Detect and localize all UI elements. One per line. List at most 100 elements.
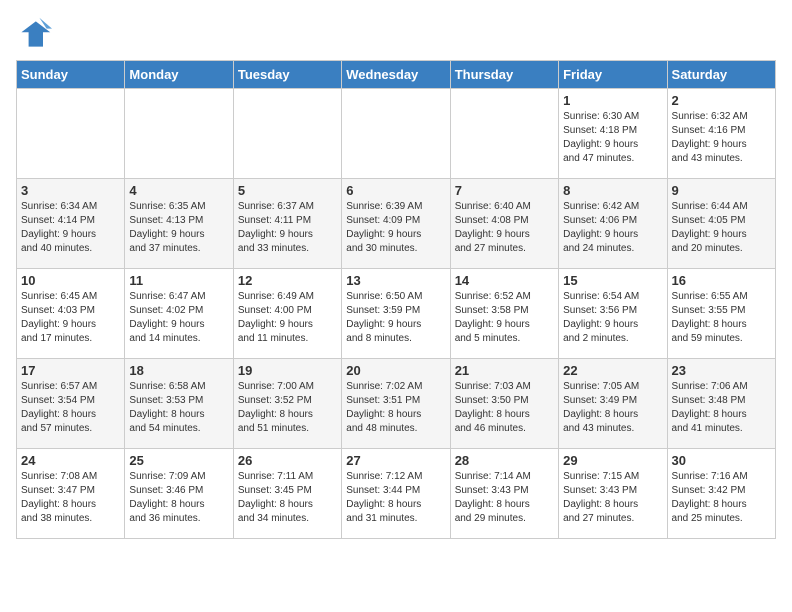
day-number: 4 [129, 183, 228, 198]
weekday-header-tuesday: Tuesday [233, 61, 341, 89]
day-info: Sunrise: 6:57 AM Sunset: 3:54 PM Dayligh… [21, 380, 120, 436]
weekday-header-thursday: Thursday [450, 61, 558, 89]
calendar-week-row: 17 Sunrise: 6:57 AM Sunset: 3:54 PM Dayli… [17, 359, 776, 449]
calendar-cell: 26 Sunrise: 7:11 AM Sunset: 3:45 PM Dayli… [233, 449, 341, 539]
day-number: 16 [672, 273, 771, 288]
calendar-cell: 9 Sunrise: 6:44 AM Sunset: 4:05 PM Daylig… [667, 179, 775, 269]
day-number: 6 [346, 183, 445, 198]
day-number: 10 [21, 273, 120, 288]
calendar-cell: 19 Sunrise: 7:00 AM Sunset: 3:52 PM Dayli… [233, 359, 341, 449]
weekday-header-sunday: Sunday [17, 61, 125, 89]
day-info: Sunrise: 6:37 AM Sunset: 4:11 PM Dayligh… [238, 200, 337, 256]
calendar-cell: 4 Sunrise: 6:35 AM Sunset: 4:13 PM Daylig… [125, 179, 233, 269]
day-info: Sunrise: 6:54 AM Sunset: 3:56 PM Dayligh… [563, 290, 662, 346]
day-info: Sunrise: 7:00 AM Sunset: 3:52 PM Dayligh… [238, 380, 337, 436]
calendar-cell [342, 89, 450, 179]
calendar-week-row: 10 Sunrise: 6:45 AM Sunset: 4:03 PM Dayli… [17, 269, 776, 359]
day-number: 29 [563, 453, 662, 468]
day-number: 19 [238, 363, 337, 378]
calendar-cell: 22 Sunrise: 7:05 AM Sunset: 3:49 PM Dayli… [559, 359, 667, 449]
day-info: Sunrise: 7:16 AM Sunset: 3:42 PM Dayligh… [672, 470, 771, 526]
day-number: 21 [455, 363, 554, 378]
weekday-header-monday: Monday [125, 61, 233, 89]
day-info: Sunrise: 7:14 AM Sunset: 3:43 PM Dayligh… [455, 470, 554, 526]
calendar-cell: 15 Sunrise: 6:54 AM Sunset: 3:56 PM Dayli… [559, 269, 667, 359]
day-info: Sunrise: 6:30 AM Sunset: 4:18 PM Dayligh… [563, 110, 662, 166]
day-info: Sunrise: 7:02 AM Sunset: 3:51 PM Dayligh… [346, 380, 445, 436]
day-info: Sunrise: 6:52 AM Sunset: 3:58 PM Dayligh… [455, 290, 554, 346]
calendar-cell: 8 Sunrise: 6:42 AM Sunset: 4:06 PM Daylig… [559, 179, 667, 269]
calendar-cell: 25 Sunrise: 7:09 AM Sunset: 3:46 PM Dayli… [125, 449, 233, 539]
day-info: Sunrise: 7:12 AM Sunset: 3:44 PM Dayligh… [346, 470, 445, 526]
day-info: Sunrise: 6:50 AM Sunset: 3:59 PM Dayligh… [346, 290, 445, 346]
calendar-cell: 16 Sunrise: 6:55 AM Sunset: 3:55 PM Dayli… [667, 269, 775, 359]
day-info: Sunrise: 6:45 AM Sunset: 4:03 PM Dayligh… [21, 290, 120, 346]
day-number: 22 [563, 363, 662, 378]
calendar-cell: 3 Sunrise: 6:34 AM Sunset: 4:14 PM Daylig… [17, 179, 125, 269]
day-number: 14 [455, 273, 554, 288]
calendar-cell: 10 Sunrise: 6:45 AM Sunset: 4:03 PM Dayli… [17, 269, 125, 359]
day-info: Sunrise: 6:42 AM Sunset: 4:06 PM Dayligh… [563, 200, 662, 256]
day-number: 28 [455, 453, 554, 468]
calendar-cell [450, 89, 558, 179]
day-number: 8 [563, 183, 662, 198]
weekday-header-wednesday: Wednesday [342, 61, 450, 89]
day-info: Sunrise: 6:39 AM Sunset: 4:09 PM Dayligh… [346, 200, 445, 256]
calendar-cell: 29Sunrise: 7:15 AM Sunset: 3:43 PM Dayli… [559, 449, 667, 539]
calendar-cell: 5 Sunrise: 6:37 AM Sunset: 4:11 PM Daylig… [233, 179, 341, 269]
day-info: Sunrise: 6:40 AM Sunset: 4:08 PM Dayligh… [455, 200, 554, 256]
calendar-cell: 14 Sunrise: 6:52 AM Sunset: 3:58 PM Dayli… [450, 269, 558, 359]
day-number: 7 [455, 183, 554, 198]
calendar-cell [125, 89, 233, 179]
day-number: 5 [238, 183, 337, 198]
day-number: 12 [238, 273, 337, 288]
calendar-cell: 18 Sunrise: 6:58 AM Sunset: 3:53 PM Dayli… [125, 359, 233, 449]
day-number: 26 [238, 453, 337, 468]
day-info: Sunrise: 7:09 AM Sunset: 3:46 PM Dayligh… [129, 470, 228, 526]
calendar-week-row: 3 Sunrise: 6:34 AM Sunset: 4:14 PM Daylig… [17, 179, 776, 269]
day-info: Sunrise: 6:32 AM Sunset: 4:16 PM Dayligh… [672, 110, 771, 166]
calendar-cell: 28 Sunrise: 7:14 AM Sunset: 3:43 PM Dayli… [450, 449, 558, 539]
page-header [16, 16, 776, 52]
day-number: 9 [672, 183, 771, 198]
day-info: Sunrise: 6:44 AM Sunset: 4:05 PM Dayligh… [672, 200, 771, 256]
calendar-cell: 2 Sunrise: 6:32 AM Sunset: 4:16 PM Daylig… [667, 89, 775, 179]
day-info: Sunrise: 6:49 AM Sunset: 4:00 PM Dayligh… [238, 290, 337, 346]
day-number: 17 [21, 363, 120, 378]
calendar-cell: 1Sunrise: 6:30 AM Sunset: 4:18 PM Daylig… [559, 89, 667, 179]
calendar-cell: 27Sunrise: 7:12 AM Sunset: 3:44 PM Dayli… [342, 449, 450, 539]
weekday-header-saturday: Saturday [667, 61, 775, 89]
calendar-cell [17, 89, 125, 179]
day-info: Sunrise: 7:05 AM Sunset: 3:49 PM Dayligh… [563, 380, 662, 436]
day-number: 15 [563, 273, 662, 288]
logo-icon [16, 16, 52, 52]
calendar-header-row: SundayMondayTuesdayWednesdayThursdayFrid… [17, 61, 776, 89]
calendar-cell: 20 Sunrise: 7:02 AM Sunset: 3:51 PM Dayli… [342, 359, 450, 449]
day-info: Sunrise: 7:08 AM Sunset: 3:47 PM Dayligh… [21, 470, 120, 526]
calendar-cell: 13Sunrise: 6:50 AM Sunset: 3:59 PM Dayli… [342, 269, 450, 359]
day-info: Sunrise: 7:11 AM Sunset: 3:45 PM Dayligh… [238, 470, 337, 526]
calendar-cell: 7 Sunrise: 6:40 AM Sunset: 4:08 PM Daylig… [450, 179, 558, 269]
calendar-cell: 11Sunrise: 6:47 AM Sunset: 4:02 PM Dayli… [125, 269, 233, 359]
day-info: Sunrise: 6:35 AM Sunset: 4:13 PM Dayligh… [129, 200, 228, 256]
calendar-cell: 24Sunrise: 7:08 AM Sunset: 3:47 PM Dayli… [17, 449, 125, 539]
day-info: Sunrise: 6:34 AM Sunset: 4:14 PM Dayligh… [21, 200, 120, 256]
day-number: 18 [129, 363, 228, 378]
day-number: 30 [672, 453, 771, 468]
day-number: 20 [346, 363, 445, 378]
day-number: 23 [672, 363, 771, 378]
day-number: 25 [129, 453, 228, 468]
day-number: 11 [129, 273, 228, 288]
calendar-cell: 21 Sunrise: 7:03 AM Sunset: 3:50 PM Dayli… [450, 359, 558, 449]
day-number: 2 [672, 93, 771, 108]
calendar-cell: 6 Sunrise: 6:39 AM Sunset: 4:09 PM Daylig… [342, 179, 450, 269]
calendar-cell [233, 89, 341, 179]
day-info: Sunrise: 6:55 AM Sunset: 3:55 PM Dayligh… [672, 290, 771, 346]
day-info: Sunrise: 7:03 AM Sunset: 3:50 PM Dayligh… [455, 380, 554, 436]
logo [16, 16, 56, 52]
calendar-table: SundayMondayTuesdayWednesdayThursdayFrid… [16, 60, 776, 539]
calendar-cell: 12 Sunrise: 6:49 AM Sunset: 4:00 PM Dayli… [233, 269, 341, 359]
weekday-header-friday: Friday [559, 61, 667, 89]
day-number: 3 [21, 183, 120, 198]
day-info: Sunrise: 6:58 AM Sunset: 3:53 PM Dayligh… [129, 380, 228, 436]
